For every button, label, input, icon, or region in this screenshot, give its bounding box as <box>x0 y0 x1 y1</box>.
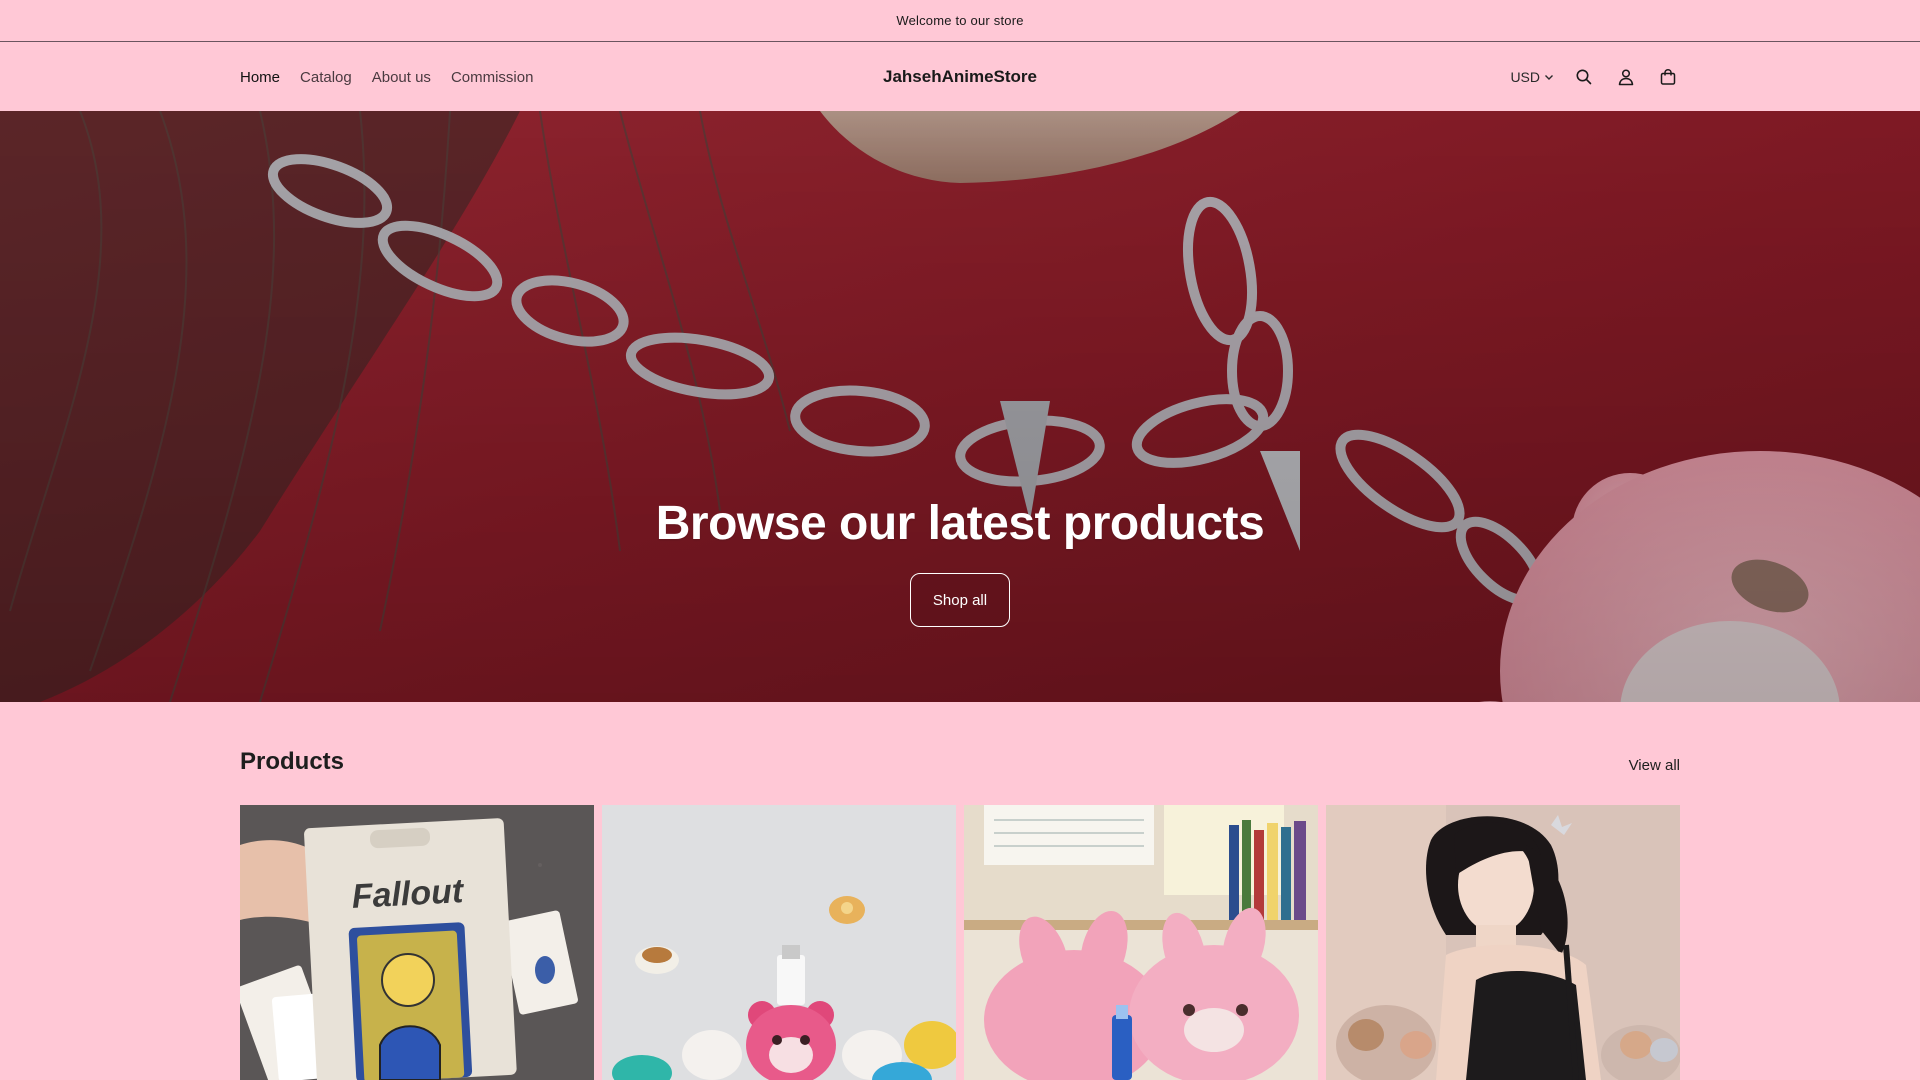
cart-button[interactable] <box>1656 65 1680 89</box>
product-image: Fallout <box>240 805 594 1080</box>
product-image <box>1326 805 1680 1080</box>
product-image <box>602 805 956 1080</box>
nav-home[interactable]: Home <box>240 69 280 86</box>
search-icon <box>1576 69 1592 85</box>
header-actions: USD <box>1510 43 1680 111</box>
site-header: Home Catalog About us Commission JahsehA… <box>0 43 1920 111</box>
products-title: Products <box>240 748 345 775</box>
nav-about-us[interactable]: About us <box>372 69 431 86</box>
shop-all-button[interactable]: Shop all <box>910 573 1010 627</box>
announcement-bar: Welcome to our store <box>0 0 1920 42</box>
announcement-text: Welcome to our store <box>896 13 1024 28</box>
product-card[interactable]: Fallout <box>240 805 594 1080</box>
chevron-down-icon <box>1545 75 1553 80</box>
product-card[interactable] <box>1326 805 1680 1080</box>
products-header: Products View all <box>240 744 1680 780</box>
account-icon <box>1618 69 1634 86</box>
product-image <box>964 805 1318 1080</box>
account-button[interactable] <box>1614 65 1638 89</box>
cart-icon <box>1660 69 1676 85</box>
product-card[interactable] <box>602 805 956 1080</box>
hero-content: Browse our latest products Shop all <box>0 496 1920 627</box>
currency-label: USD <box>1510 69 1540 85</box>
hero-banner: Browse our latest products Shop all <box>0 111 1920 702</box>
svg-text:Fallout: Fallout <box>351 872 466 916</box>
main-nav: Home Catalog About us Commission <box>240 43 533 111</box>
product-grid: Fallout <box>240 805 1680 1080</box>
store-logo[interactable]: JahsehAnimeStore <box>883 67 1037 87</box>
currency-selector[interactable]: USD <box>1510 69 1554 85</box>
view-all-link[interactable]: View all <box>1629 757 1680 774</box>
nav-catalog[interactable]: Catalog <box>300 69 352 86</box>
nav-commission[interactable]: Commission <box>451 69 534 86</box>
search-button[interactable] <box>1572 65 1596 89</box>
product-card[interactable] <box>964 805 1318 1080</box>
hero-title: Browse our latest products <box>655 497 1265 550</box>
